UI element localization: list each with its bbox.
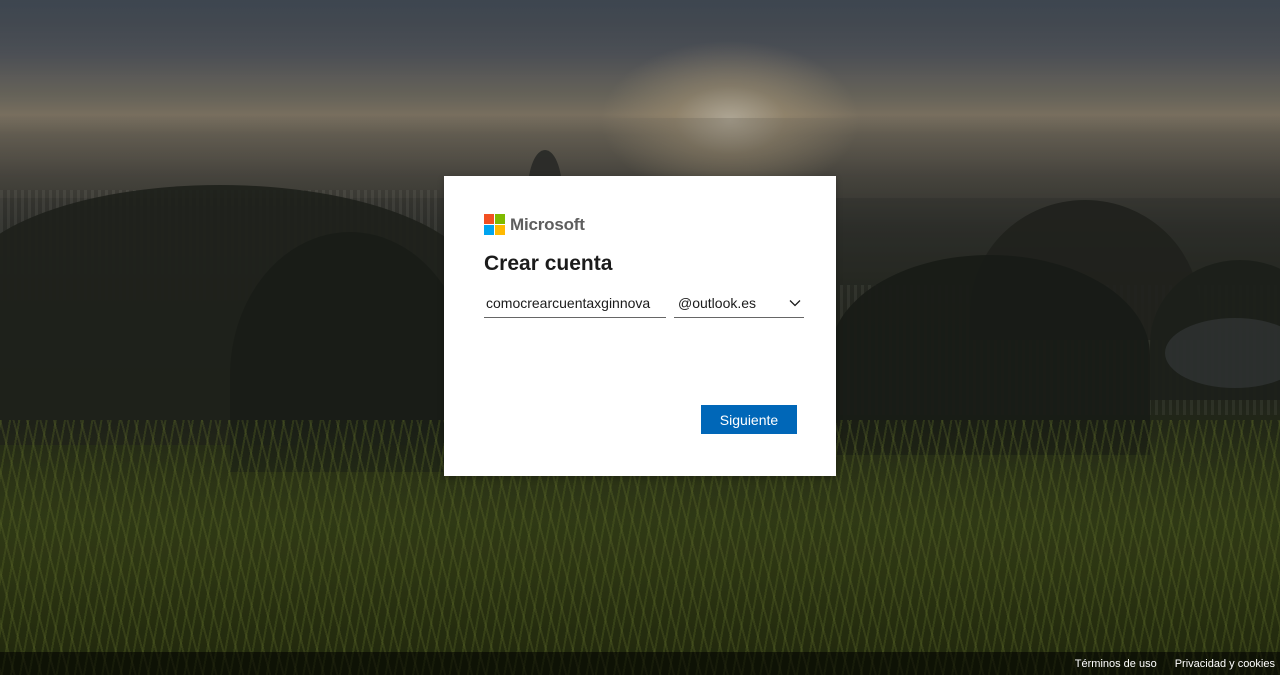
username-input[interactable] [484,288,666,318]
logo-square-green [495,214,505,224]
footer-bar: Términos de uso Privacidad y cookies [0,652,1280,675]
terms-link[interactable]: Términos de uso [1075,658,1157,670]
chevron-down-icon [789,299,801,306]
create-account-dialog: Microsoft Crear cuenta @outlook.es Sigui… [444,176,836,476]
domain-select-value: @outlook.es [678,294,757,311]
privacy-link[interactable]: Privacidad y cookies [1175,658,1275,670]
microsoft-logo: Microsoft [484,214,585,235]
page-title: Crear cuenta [484,252,613,275]
next-button[interactable]: Siguiente [701,405,797,434]
logo-text: Microsoft [510,214,585,234]
domain-select[interactable]: @outlook.es [674,288,804,318]
logo-square-red [484,214,494,224]
logo-square-yellow [495,225,505,235]
logo-square-blue [484,225,494,235]
microsoft-logo-icon [484,214,505,235]
